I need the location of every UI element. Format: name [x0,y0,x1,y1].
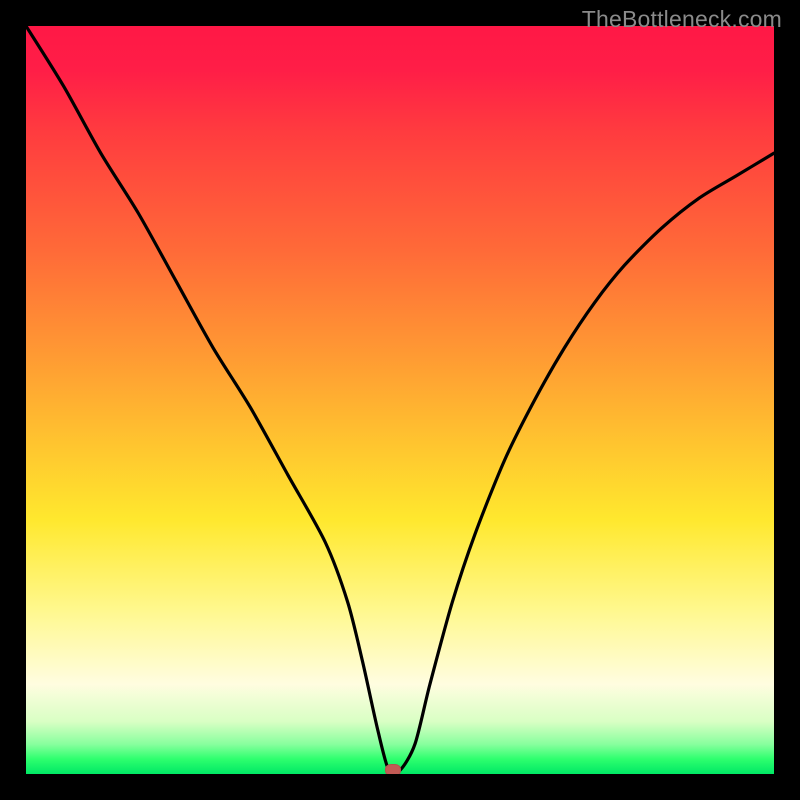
bottleneck-curve [26,26,774,774]
chart-frame: TheBottleneck.com [0,0,800,800]
plot-area [26,26,774,774]
watermark-text: TheBottleneck.com [582,6,782,33]
optimal-point-marker [385,764,401,774]
